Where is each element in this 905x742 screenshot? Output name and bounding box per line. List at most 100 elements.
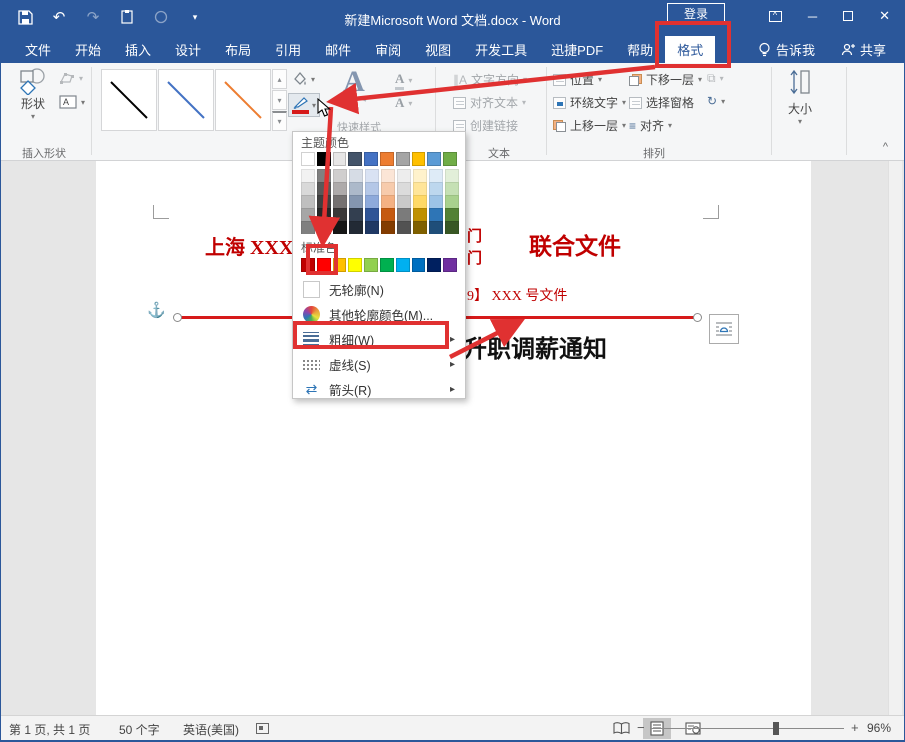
shape-fill-button[interactable]: ▾ [291, 71, 315, 87]
theme-variant-swatch[interactable] [349, 221, 363, 234]
sign-in-button[interactable]: 登录 [667, 3, 725, 23]
standard-color-swatch[interactable] [301, 258, 315, 272]
zoom-slider-track[interactable] [651, 728, 844, 729]
theme-color-swatch[interactable] [380, 152, 394, 166]
wrap-text-button[interactable]: 环绕文字▾ [553, 94, 626, 111]
tab-mailings[interactable]: 邮件 [313, 36, 363, 63]
shape-outline-button[interactable]: ▾ [288, 93, 320, 117]
tab-home[interactable]: 开始 [63, 36, 113, 63]
theme-variant-swatch[interactable] [365, 169, 379, 182]
theme-variant-swatch[interactable] [365, 221, 379, 234]
theme-variant-swatch[interactable] [365, 182, 379, 195]
theme-color-swatch[interactable] [317, 152, 331, 166]
theme-variant-swatch[interactable] [301, 208, 315, 221]
gallery-more-icon[interactable]: ▾ [272, 111, 287, 131]
menu-item-arrows[interactable]: ⇄箭头(R)▸ [301, 377, 457, 402]
zoom-out-button[interactable]: − [637, 720, 645, 735]
text-outline-button[interactable]: A▾ [395, 95, 412, 111]
theme-color-swatch[interactable] [301, 152, 315, 166]
gallery-scroll-up-icon[interactable]: ▴ [272, 69, 287, 89]
theme-variant-swatch[interactable] [317, 182, 331, 195]
standard-color-swatch[interactable] [443, 258, 457, 272]
text-box-button[interactable]: A ▾ [59, 95, 85, 109]
theme-variant-swatch[interactable] [397, 182, 411, 195]
theme-variant-swatch[interactable] [429, 221, 443, 234]
theme-variant-swatch[interactable] [301, 182, 315, 195]
ribbon-display-options-icon[interactable] [769, 11, 782, 22]
standard-color-swatch[interactable] [412, 258, 426, 272]
menu-item-dashes[interactable]: 虚线(S)▸ [301, 352, 457, 377]
theme-variant-swatch[interactable] [317, 208, 331, 221]
word-count[interactable]: 50 个字 [119, 721, 160, 738]
theme-color-swatch[interactable] [427, 152, 441, 166]
text-fragment-bottom[interactable]: 门 [467, 247, 482, 268]
theme-variant-swatch[interactable] [429, 208, 443, 221]
share-button[interactable]: 共享 [841, 40, 886, 59]
standard-color-swatch[interactable] [396, 258, 410, 272]
theme-variant-swatch[interactable] [413, 221, 427, 234]
theme-variant-swatch[interactable] [397, 195, 411, 208]
theme-variant-swatch[interactable] [429, 169, 443, 182]
standard-color-swatch[interactable] [333, 258, 347, 272]
theme-variant-swatch[interactable] [301, 169, 315, 182]
theme-variant-swatch[interactable] [317, 169, 331, 182]
tab-references[interactable]: 引用 [263, 36, 313, 63]
theme-variant-swatch[interactable] [397, 169, 411, 182]
shape-style-preset-2[interactable] [158, 69, 214, 131]
align-text-button[interactable]: 对齐文本▾ [453, 94, 526, 111]
theme-variant-swatch[interactable] [381, 221, 395, 234]
zoom-in-button[interactable]: + [851, 720, 859, 735]
theme-variant-swatch[interactable] [301, 221, 315, 234]
theme-color-swatch[interactable] [396, 152, 410, 166]
shape-style-preset-3[interactable] [215, 69, 271, 131]
theme-variant-swatch[interactable] [317, 195, 331, 208]
tab-format[interactable]: 格式 [665, 36, 715, 63]
vertical-scrollbar[interactable] [888, 161, 902, 715]
tab-file[interactable]: 文件 [13, 36, 63, 63]
theme-variant-swatch[interactable] [413, 208, 427, 221]
tell-me-group[interactable]: 告诉我 [758, 40, 815, 59]
standard-color-swatch[interactable] [364, 258, 378, 272]
theme-color-swatch[interactable] [443, 152, 457, 166]
theme-variant-swatch[interactable] [349, 169, 363, 182]
zoom-slider-thumb[interactable] [773, 722, 779, 735]
send-backward-button[interactable]: 下移一层▾ [629, 71, 702, 88]
theme-variant-swatch[interactable] [445, 195, 459, 208]
theme-color-swatch[interactable] [412, 152, 426, 166]
standard-color-swatch[interactable] [317, 258, 331, 272]
theme-variant-swatch[interactable] [381, 195, 395, 208]
theme-variant-swatch[interactable] [445, 169, 459, 182]
align-button[interactable]: ≡ 对齐▾ [629, 117, 672, 134]
theme-variant-swatch[interactable] [349, 195, 363, 208]
position-button[interactable]: 位置▾ [553, 71, 602, 88]
text-direction-button[interactable]: ∥A 文字方向▾ [453, 71, 527, 88]
menu-item-weight[interactable]: 粗细(W)▸ [301, 327, 457, 352]
group-objects-button[interactable]: ⧉▾ [707, 71, 724, 86]
shape-style-preset-1[interactable] [101, 69, 157, 131]
theme-variant-swatch[interactable] [413, 169, 427, 182]
collapse-ribbon-icon[interactable]: ^ [883, 141, 888, 153]
theme-variant-swatch[interactable] [365, 195, 379, 208]
theme-variant-swatch[interactable] [317, 221, 331, 234]
theme-variant-swatch[interactable] [333, 208, 347, 221]
tab-design[interactable]: 设计 [163, 36, 213, 63]
document-heading[interactable]: 升职调薪通知 [463, 329, 607, 364]
tab-view[interactable]: 视图 [413, 36, 463, 63]
language-status[interactable]: 英语(美国) [183, 721, 239, 738]
line-handle-left[interactable] [173, 313, 182, 322]
tab-developer[interactable]: 开发工具 [463, 36, 539, 63]
bring-forward-button[interactable]: 上移一层▾ [553, 117, 626, 134]
tab-pdf[interactable]: 迅捷PDF [539, 36, 615, 63]
tab-review[interactable]: 审阅 [363, 36, 413, 63]
theme-variant-swatch[interactable] [301, 195, 315, 208]
text-fragment-top[interactable]: 门 [467, 225, 482, 246]
text-fill-button[interactable]: A▾ [395, 71, 412, 90]
selection-pane-button[interactable]: 选择窗格 [629, 94, 694, 111]
theme-color-swatch[interactable] [348, 152, 362, 166]
theme-variant-swatch[interactable] [445, 208, 459, 221]
theme-variant-swatch[interactable] [429, 195, 443, 208]
theme-variant-swatch[interactable] [381, 208, 395, 221]
line-handle-right[interactable] [693, 313, 702, 322]
maximize-button[interactable] [843, 11, 853, 21]
edit-shape-button[interactable]: ▾ [59, 71, 83, 85]
